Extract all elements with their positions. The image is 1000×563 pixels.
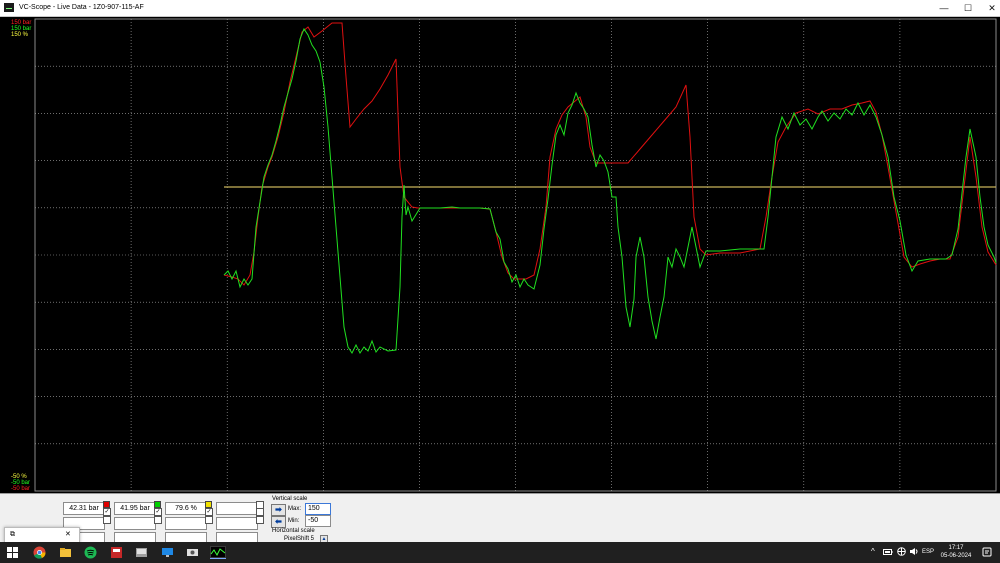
min-label: Min: (288, 518, 300, 524)
floating-mini-window[interactable]: ⧉ ✕ (4, 527, 80, 543)
channel-1-color-swatch[interactable] (103, 501, 110, 508)
channel-3-checkbox[interactable]: ✓ (205, 508, 213, 516)
windows-start-icon[interactable] (6, 546, 19, 559)
channel-2-checkbox[interactable]: ✓ (154, 508, 162, 516)
grid (35, 19, 996, 491)
channel-3-value: 79.6 % (165, 502, 207, 515)
channel-4-checkbox[interactable] (256, 508, 264, 516)
remote-desktop-icon[interactable] (161, 546, 174, 559)
mini-window-close-icon[interactable]: ✕ (65, 530, 71, 538)
channel-2-color-swatch[interactable] (154, 501, 161, 508)
channel-6-checkbox[interactable] (154, 516, 162, 524)
network-icon[interactable] (897, 547, 906, 556)
minimize-button[interactable]: — (932, 0, 956, 16)
app-red-icon[interactable] (110, 546, 123, 559)
scope-plot (34, 18, 997, 492)
vc-scope-icon[interactable] (210, 546, 226, 559)
scale-up-arrow-button[interactable]: ➡ (271, 504, 286, 516)
channel-1-checkbox[interactable]: ✓ (103, 508, 111, 516)
chrome-icon[interactable] (33, 546, 46, 559)
app-gray-icon[interactable] (135, 546, 148, 559)
channel-2-value: 41.95 bar (114, 502, 156, 515)
scale-down-arrow-button[interactable]: ⬅ (271, 516, 286, 528)
language-indicator[interactable]: ESP (922, 547, 934, 557)
maximize-button[interactable]: ☐ (956, 0, 980, 16)
max-input[interactable]: 150 (305, 503, 331, 515)
control-panel: 42.31 bar ✓ 41.95 bar ✓ 79.6 % ✓ Vertica… (0, 493, 1000, 543)
app-settings-icon[interactable] (186, 546, 199, 559)
speaker-icon[interactable] (909, 547, 919, 556)
max-label: Max: (288, 506, 302, 512)
trace-green (223, 27, 997, 354)
channel-5-checkbox[interactable] (103, 516, 111, 524)
channel-3-color-swatch[interactable] (205, 501, 212, 508)
horizontal-scale-title: Horizontal scale (272, 528, 315, 534)
channel-4-value (216, 502, 258, 515)
close-button[interactable]: ✕ (980, 0, 1000, 16)
battery-icon[interactable] (883, 548, 893, 556)
channel-6-value (114, 517, 156, 530)
file-explorer-icon[interactable] (59, 546, 72, 559)
window-title: VC-Scope - Live Data - 1Z0-907-115-AF (19, 4, 144, 11)
spotify-icon[interactable] (84, 546, 97, 559)
channel-1-value: 42.31 bar (63, 502, 105, 515)
channel-8-checkbox[interactable] (256, 516, 264, 524)
scope-display: 150 bar 150 bar 150 % -50 % -50 bar -50 … (0, 17, 1000, 493)
min-input[interactable]: -50 (305, 515, 331, 527)
y-max-label-yellow: 150 % (11, 32, 29, 38)
clock[interactable]: 17:17 05-06-2024 (936, 544, 976, 560)
mini-window-icon: ⧉ (10, 531, 15, 538)
title-bar: VC-Scope - Live Data - 1Z0-907-115-AF — … (0, 0, 1000, 17)
clock-date: 05-06-2024 (940, 553, 972, 559)
channel-7-value (165, 517, 207, 530)
channel-7-checkbox[interactable] (205, 516, 213, 524)
notifications-icon[interactable] (982, 547, 992, 557)
tray-expand-icon[interactable]: ^ (871, 547, 875, 557)
taskbar: ^ ESP 17:17 05-06-2024 (0, 542, 1000, 563)
trace-red (223, 22, 997, 286)
channel-8-value (216, 517, 258, 530)
y-min-label-red: -50 bar (11, 486, 31, 492)
vertical-scale-title: Vertical scale (272, 496, 308, 502)
app-icon (4, 3, 14, 12)
clock-time: 17:17 (948, 545, 964, 551)
